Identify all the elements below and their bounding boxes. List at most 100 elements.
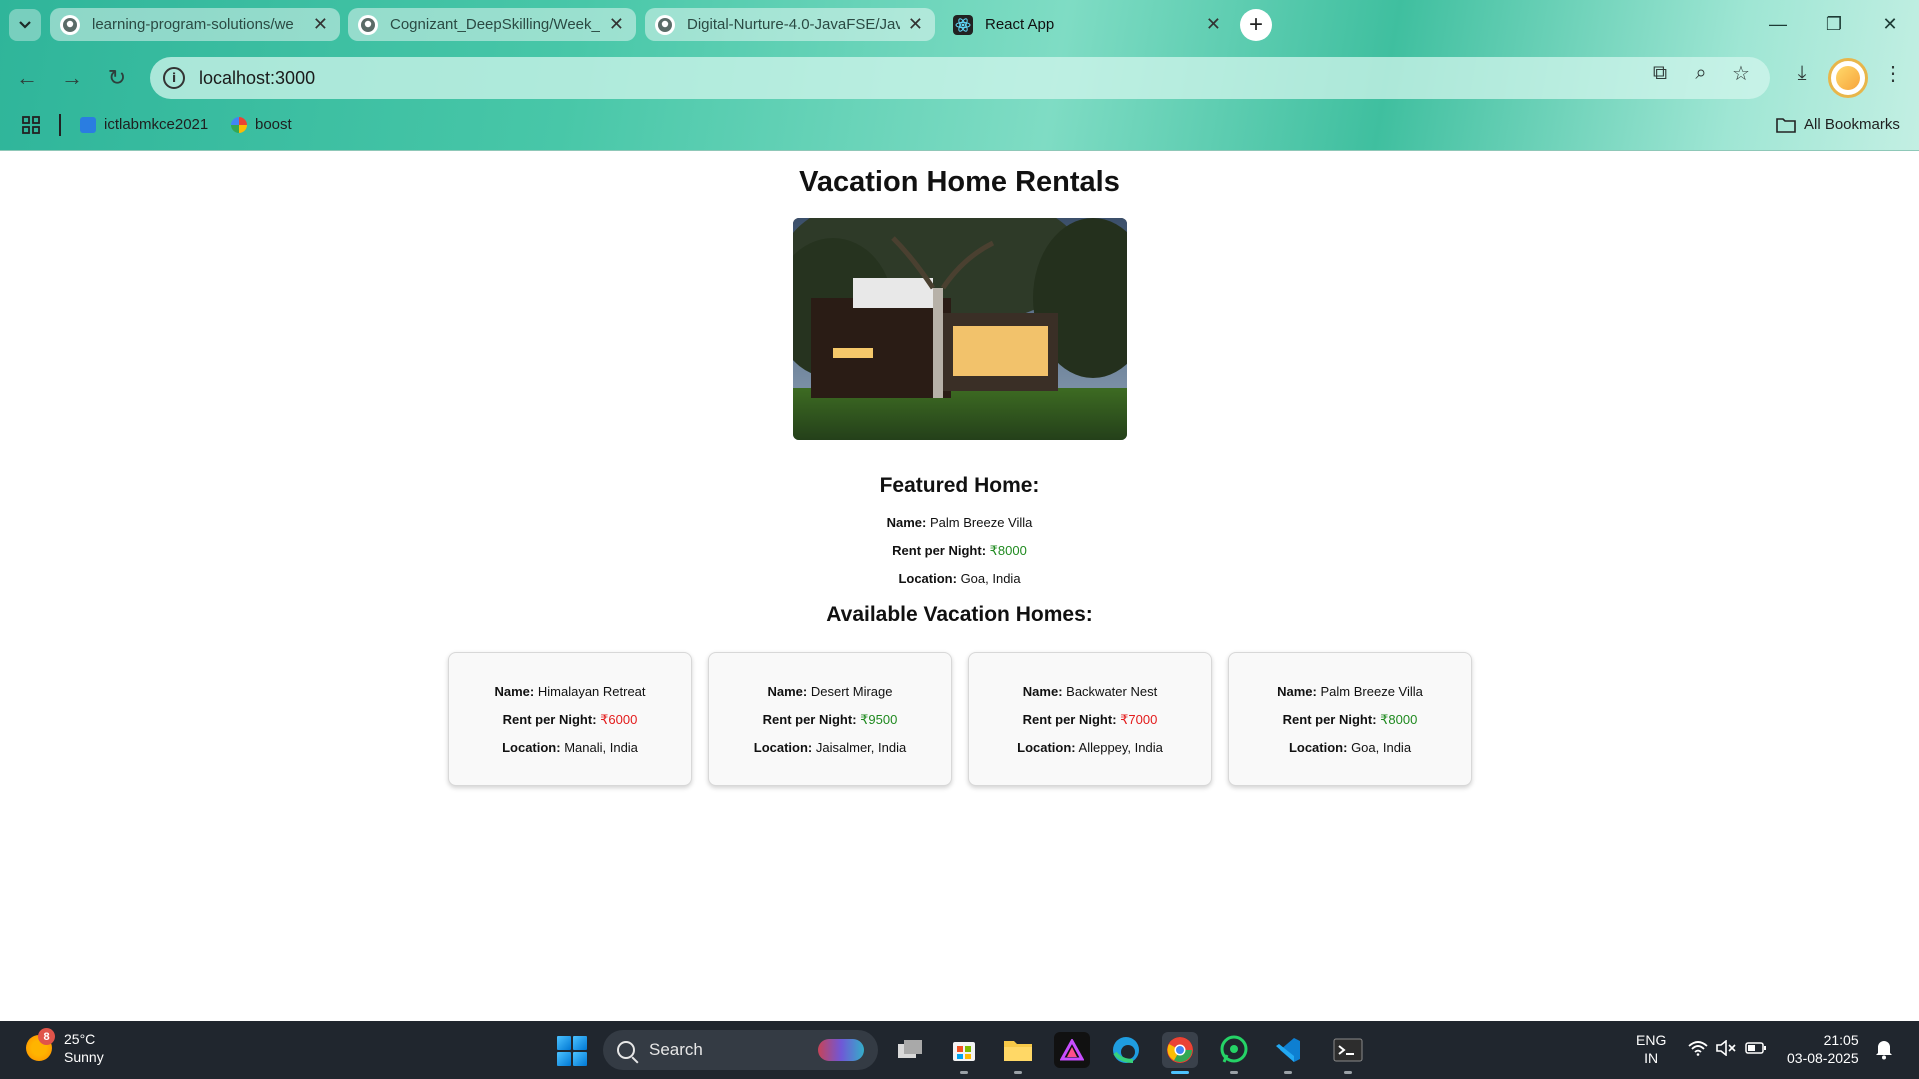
home-card: Name: Desert Mirage Rent per Night: ₹950… <box>708 652 952 786</box>
featured-location-value: Goa, India <box>960 571 1021 586</box>
field-label: Rent per Night: <box>502 712 597 727</box>
affinity-icon[interactable] <box>1054 1032 1090 1068</box>
new-tab-button[interactable]: + <box>1240 9 1272 41</box>
field-label: Location: <box>898 571 957 586</box>
address-bar[interactable]: i localhost:3000 <box>150 57 1770 99</box>
card-name: Name: Backwater Nest <box>969 684 1211 699</box>
download-icon[interactable]: ⤓ <box>1789 60 1815 86</box>
language-indicator[interactable]: ENG IN <box>1636 1031 1666 1067</box>
tab-cognizant-deepskilling[interactable]: Cognizant_DeepSkilling/Week_ ✕ <box>348 8 636 41</box>
language-line2: IN <box>1644 1050 1659 1066</box>
close-icon: ✕ <box>1882 13 1898 34</box>
field-label: Location: <box>1017 740 1076 755</box>
tab-digital-nurture[interactable]: Digital-Nurture-4.0-JavaFSE/Jav ✕ <box>645 8 935 41</box>
more-menu-icon[interactable]: ⋮ <box>1880 60 1906 86</box>
tab-learning-program-solutions[interactable]: learning-program-solutions/we ✕ <box>50 8 340 41</box>
install-app-icon[interactable]: ⧉ <box>1647 60 1673 86</box>
search-highlight-icon <box>818 1039 864 1061</box>
card-name-value: Himalayan Retreat <box>537 684 646 699</box>
profile-avatar[interactable] <box>1828 58 1868 98</box>
bookmark-boost[interactable]: boost <box>231 116 292 133</box>
clock[interactable]: 21:05 03-08-2025 <box>1787 1031 1859 1067</box>
apps-grid-icon[interactable] <box>22 116 40 134</box>
featured-location: Location: Goa, India <box>0 571 1919 586</box>
tab-bar: learning-program-solutions/we ✕ Cognizan… <box>0 0 1919 50</box>
weather-temp: 25°C <box>64 1031 96 1047</box>
plus-icon: + <box>1248 11 1263 38</box>
field-label: Name: <box>767 684 808 699</box>
tab-title: Digital-Nurture-4.0-JavaFSE/Jav <box>687 16 900 33</box>
tab-react-app[interactable]: React App ✕ <box>943 8 1233 41</box>
all-bookmarks-button[interactable]: All Bookmarks <box>1776 116 1900 133</box>
browser-toolbar: ← → ↻ i localhost:3000 ⧉ ⌕ ☆ ⤓ ⋮ <box>0 50 1919 106</box>
field-label: Location: <box>753 740 813 755</box>
terminal-icon[interactable] <box>1330 1032 1366 1074</box>
close-icon[interactable]: ✕ <box>908 14 923 35</box>
tab-title: learning-program-solutions/we <box>92 16 294 33</box>
card-name-value: Backwater Nest <box>1066 684 1158 699</box>
restore-button[interactable]: ❐ <box>1806 0 1862 48</box>
running-indicator <box>1344 1071 1352 1074</box>
search-icon <box>617 1041 635 1059</box>
close-window-button[interactable]: ✕ <box>1862 0 1918 48</box>
weather-text: 25°C Sunny <box>64 1030 104 1066</box>
featured-heading: Featured Home: <box>879 474 1040 497</box>
close-icon[interactable]: ✕ <box>313 14 328 35</box>
restore-icon: ❐ <box>1825 13 1843 34</box>
minimize-button[interactable]: — <box>1750 0 1806 48</box>
volume-muted-icon[interactable] <box>1716 1039 1736 1060</box>
featured-rent-value: ₹8000 <box>989 543 1027 558</box>
taskbar-search[interactable]: Search <box>603 1030 878 1070</box>
close-icon[interactable]: ✕ <box>609 14 624 35</box>
back-button[interactable]: ← <box>11 62 43 94</box>
wifi-icon[interactable] <box>1688 1040 1708 1060</box>
card-location: Location: Manali, India <box>449 740 691 755</box>
windows-logo-pane <box>557 1052 571 1066</box>
close-icon[interactable]: ✕ <box>1206 14 1221 35</box>
card-rent: Rent per Night: ₹6000 <box>449 712 691 728</box>
running-indicator <box>1284 1071 1292 1074</box>
github-icon <box>60 14 80 35</box>
bookmark-ictlabmkce2021[interactable]: ictlabmkce2021 <box>80 116 208 133</box>
taskbar: 8 25°C Sunny Search ENG IN 21:05 03-08-2… <box>0 1021 1919 1079</box>
file-explorer-icon[interactable] <box>1000 1032 1036 1074</box>
site-info-icon[interactable]: i <box>163 67 185 89</box>
tab-search-button[interactable] <box>9 9 41 41</box>
battery-icon[interactable] <box>1745 1041 1767 1059</box>
start-button[interactable] <box>557 1036 587 1066</box>
bookmark-label: boost <box>255 116 292 133</box>
zoom-icon[interactable]: ⌕ <box>1688 60 1714 86</box>
bookmark-star-icon[interactable]: ☆ <box>1728 60 1754 86</box>
task-view-icon[interactable] <box>892 1032 928 1068</box>
store-icon[interactable] <box>946 1032 982 1074</box>
weather-condition: Sunny <box>64 1049 104 1065</box>
card-name: Name: Palm Breeze Villa <box>1229 684 1471 699</box>
folder-icon <box>1776 117 1796 133</box>
weather-widget[interactable]: 8 25°C Sunny <box>26 1028 104 1066</box>
windows-logo-pane <box>573 1052 587 1066</box>
notifications-icon[interactable] <box>1874 1038 1894 1064</box>
card-name: Name: Himalayan Retreat <box>449 684 691 699</box>
page-content: Vacation Home Rentals Featured Home: Nam… <box>0 151 1919 1021</box>
bookmarks-divider <box>59 114 61 136</box>
field-label: Location: <box>502 740 561 755</box>
reload-button[interactable]: ↻ <box>101 62 133 94</box>
card-location-value: Manali, India <box>564 740 638 755</box>
field-label: Name: <box>1277 684 1317 699</box>
chevron-down-icon <box>19 21 31 29</box>
all-bookmarks-label: All Bookmarks <box>1804 116 1900 133</box>
arrow-left-icon: ← <box>16 65 38 90</box>
code-icon <box>80 116 96 133</box>
whatsapp-icon[interactable] <box>1216 1032 1252 1074</box>
react-icon <box>953 14 973 35</box>
forward-button[interactable]: → <box>56 62 88 94</box>
card-rent-value: ₹8000 <box>1380 712 1418 727</box>
edge-icon[interactable] <box>1108 1032 1144 1068</box>
card-name-value: Palm Breeze Villa <box>1320 684 1423 699</box>
field-label: Rent per Night: <box>1022 712 1117 727</box>
featured-rent: Rent per Night: ₹8000 <box>0 543 1919 559</box>
vscode-icon[interactable] <box>1270 1032 1306 1074</box>
card-location: Location: Goa, India <box>1229 740 1471 755</box>
chrome-icon[interactable] <box>1162 1032 1198 1074</box>
url-text[interactable]: localhost:3000 <box>199 68 315 89</box>
